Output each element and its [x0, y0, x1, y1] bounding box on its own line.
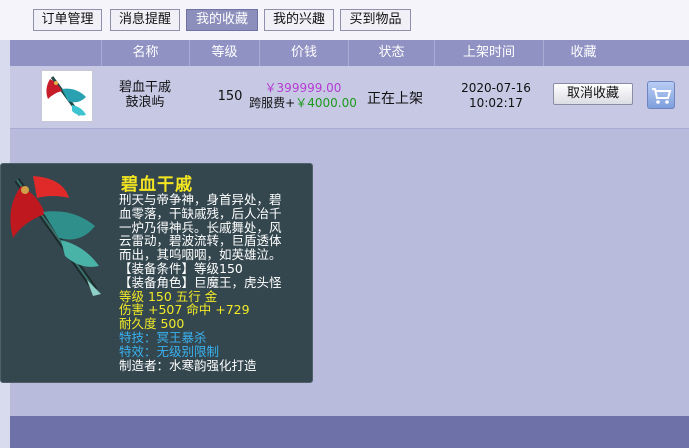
header-name: 名称 — [101, 40, 189, 66]
stat-durability: 耐久度 500 — [119, 316, 185, 332]
equip-requirement: 【装备条件】等级150 — [119, 260, 243, 276]
tab-bar: 订单管理 消息提醒 我的收藏 我的兴趣 买到物品 — [0, 0, 689, 40]
item-name[interactable]: 碧血干戚 鼓浪屿 — [101, 80, 189, 110]
maker-info: 制造者：水寒韵强化打造 — [119, 357, 257, 373]
shopping-cart-icon[interactable] — [647, 81, 675, 109]
header-listed-time: 上架时间 — [434, 40, 543, 66]
panel-footer — [10, 416, 689, 448]
header-level: 等级 — [189, 40, 259, 66]
cart-glyph — [652, 88, 672, 104]
stat-damage: 伤害 +507 命中 +729 — [119, 302, 250, 318]
stat-level: 等级 150 五行 金 — [119, 288, 218, 304]
tab-purchased[interactable]: 买到物品 — [340, 9, 411, 31]
price-value: ￥399999.00 — [264, 81, 342, 95]
tooltip-details: 刑天与帝争神，身首异处，碧 血零落，干缺戚残，后人冶千 一炉乃得神兵。长戚舞处，… — [119, 193, 309, 372]
table-header: 名称 等级 价钱 状态 上架时间 收藏 — [10, 40, 689, 66]
tab-favorites[interactable]: 我的收藏 — [186, 9, 258, 31]
axe-icon — [42, 71, 92, 121]
desc-line: 一炉乃得神兵。长戚舞处，风 — [119, 219, 282, 235]
tab-messages[interactable]: 消息提醒 — [110, 9, 180, 31]
tab-interests[interactable]: 我的兴趣 — [264, 9, 334, 31]
equip-role: 【装备角色】巨魔王，虎头怪 — [119, 274, 282, 290]
tab-orders[interactable]: 订单管理 — [33, 9, 102, 31]
item-status: 正在上架 — [367, 91, 423, 107]
header-favorite: 收藏 — [543, 40, 623, 66]
table-row: 碧血干戚 鼓浪屿 150 ￥399999.00 跨服费+￥4000.00 正在上… — [10, 66, 689, 129]
item-tooltip: 碧血干戚 刑天与帝争神，身首异处，碧 血零落，干缺戚残，后人冶千 一炉乃得神兵。… — [0, 163, 313, 383]
desc-line: 而出，其呜咽咽，如英雄泣。 — [119, 247, 282, 263]
desc-line: 血零落，干缺戚残，后人冶千 — [119, 205, 282, 221]
desc-line: 刑天与帝争神，身首异处，碧 — [119, 192, 282, 207]
special-skill: 特技：冥王暴杀 — [119, 329, 207, 345]
special-effect: 特效：无级别限制 — [119, 343, 220, 359]
header-status: 状态 — [348, 40, 434, 66]
header-price: 价钱 — [259, 40, 348, 66]
listed-time: 2020-07-16 10:02:17 — [461, 81, 531, 110]
cross-server-fee: 跨服费+￥4000.00 — [249, 96, 357, 110]
item-thumbnail[interactable] — [41, 70, 93, 122]
axe-illustration-icon — [10, 176, 101, 296]
desc-line: 云雷动，碧波流转，巨盾透体 — [119, 233, 282, 249]
cancel-favorite-button[interactable]: 取消收藏 — [553, 83, 633, 105]
item-price: ￥399999.00 跨服费+￥4000.00 — [248, 81, 358, 111]
